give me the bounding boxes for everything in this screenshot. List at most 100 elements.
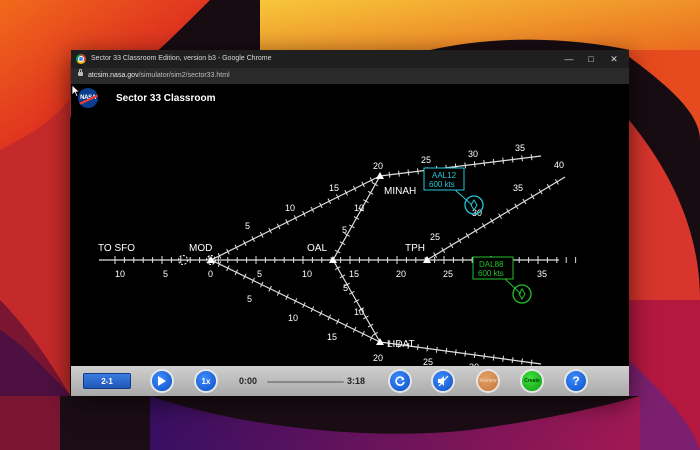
route-tick [398,170,400,177]
create-button[interactable]: Create [520,369,544,393]
help-button[interactable]: ? [564,369,588,393]
sector-map[interactable]: TO SFO MOD OAL TPH MINAH LIDAT 10 5 0 5 … [71,84,629,366]
upper-tick-label: 20 [373,161,383,171]
restart-icon [395,376,405,386]
restart-button[interactable] [388,369,412,393]
mute-button[interactable] [431,369,455,393]
aircraft-dal88[interactable]: DAL88 600 kts [472,256,532,304]
review-label: Review [479,378,497,384]
time-total: 3:18 [347,376,366,386]
simulator-canvas[interactable]: NASA Sector 33 Classroom TO SFO MOD OAL … [71,84,629,366]
lower-tick-label: 20 [373,353,383,363]
route-tick [511,357,514,364]
upper-tick-label: 15 [329,183,339,193]
main-tick-label: 5 [257,269,262,279]
route-tick [445,348,448,355]
route-tick [473,161,476,168]
url-text[interactable]: atcsim.nasa.gov/simulator/sim2/sector33.… [88,72,230,79]
speaker-muted-icon [437,375,448,387]
dal88-target-ring [512,284,532,304]
aal12-speed: 600 kts [429,180,455,189]
mouse-cursor-icon [71,84,81,98]
route-tick [530,359,533,366]
lidat-spur-tick-label: 10 [354,307,364,317]
route-tick [502,157,504,164]
route-tick [388,171,391,178]
minimize-icon[interactable]: — [559,51,579,67]
main-tick-label: 25 [443,269,453,279]
main-tick-label: 20 [396,269,406,279]
aal12-leader-line [452,187,473,206]
chrome-icon [76,54,86,64]
route-tick [435,346,438,353]
browser-window: Sector 33 Classroom Edition, version b3 … [71,50,629,396]
label-minah: MINAH [384,186,416,197]
window-titlebar: Sector 33 Classroom Edition, version b3 … [71,50,629,68]
route-tick [464,162,467,169]
route-tick [407,169,410,176]
label-lidat: LIDAT [387,339,415,350]
route-tick [530,154,533,161]
route-tick [511,156,514,163]
play-icon [158,376,166,386]
help-icon: ? [572,374,580,388]
minah-spur-tick-label: 10 [354,203,364,213]
waypoints [178,172,431,345]
maximize-icon[interactable]: □ [581,51,601,67]
route-tick [502,355,505,362]
lidat-spur-tick-label: 5 [343,283,348,293]
label-mod: MOD [189,243,212,254]
upper-tick-label: 35 [515,143,525,153]
route-tick [483,353,486,360]
route-tick [492,354,495,361]
route-tick [483,160,486,167]
route-tick [473,351,476,358]
review-button[interactable]: Review [476,369,500,393]
speed-button[interactable]: 1x [194,369,218,393]
main-tick-label: 15 [349,269,359,279]
main-tick-label: 10 [115,269,125,279]
route-tick [426,345,429,352]
tick-labels: 10 5 0 5 10 15 20 25 30 35 5 10 15 20 25… [115,143,564,366]
close-icon[interactable]: ✕ [604,51,624,67]
minah-spur-tick-label: 5 [342,225,347,235]
label-oal: OAL [307,243,327,254]
level-select-button[interactable]: 2-1 [83,373,131,389]
lidat-waypoint [376,338,384,345]
dal88-callsign: DAL88 [479,260,504,269]
address-bar[interactable]: atcsim.nasa.gov/simulator/sim2/sector33.… [71,68,629,84]
main-tick-label: 35 [537,269,547,279]
play-button[interactable] [150,369,174,393]
upper-tick-label: 25 [421,155,431,165]
time-current: 0:00 [239,376,258,386]
upper-tick-label: 5 [245,221,250,231]
tph-tick-label: 35 [513,183,523,193]
map-labels: TO SFO MOD OAL TPH MINAH LIDAT [98,186,425,350]
route-tick [416,344,419,351]
tph-tick-label: 40 [554,160,564,170]
upper-tick-label: 10 [285,203,295,213]
lower-tick-label: 10 [288,313,298,323]
main-tick-label: 5 [163,269,168,279]
route-tick [521,358,523,365]
route-tick [521,155,523,162]
lower-tick-label: 25 [423,357,433,366]
upper-tick-label: 30 [468,149,478,159]
tph-tick-label: 25 [430,232,440,242]
create-label: Create [524,378,540,384]
route-tick [464,350,467,357]
control-bar: 2-1 1x 0:00 3:18 Review Create ? [71,366,629,396]
url-path: /simulator/sim2/sector33.html [138,72,230,79]
lower-tick-label: 15 [327,332,337,342]
url-host: atcsim.nasa.gov [88,72,139,79]
speed-label: 1x [201,376,211,386]
label-tph: TPH [405,243,425,254]
lock-icon [78,69,83,76]
aal12-callsign: AAL12 [432,171,457,180]
label-to-sfo: TO SFO [98,243,135,254]
timeline-scrubber[interactable] [267,381,344,383]
window-title: Sector 33 Classroom Edition, version b3 … [91,55,272,62]
route-tick [492,158,495,165]
main-tick-label: 0 [208,269,213,279]
route-tick [454,349,457,356]
